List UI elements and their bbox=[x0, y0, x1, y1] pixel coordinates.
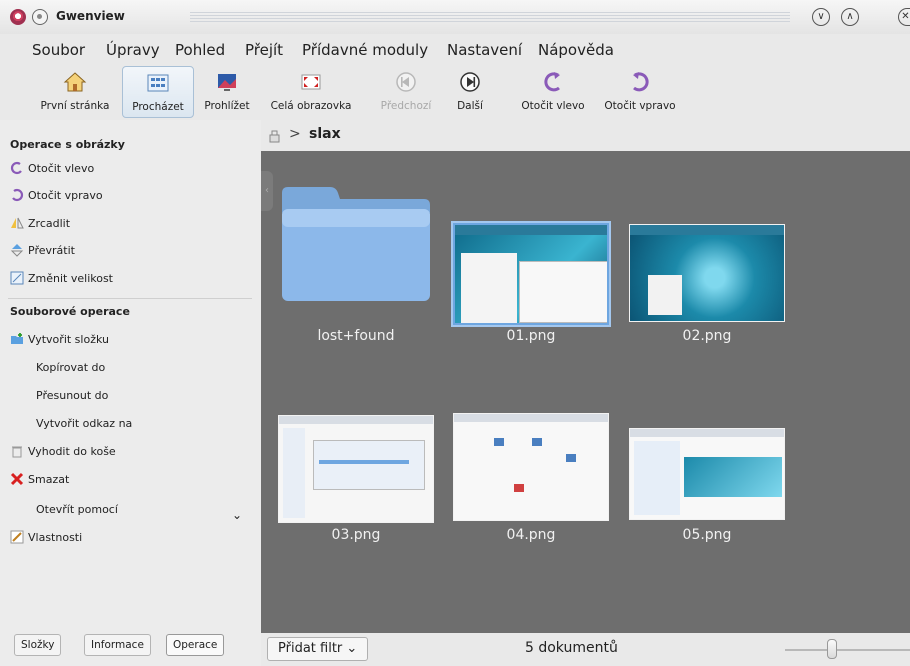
breadcrumb-folder[interactable]: slax bbox=[309, 126, 341, 142]
document-count: 5 dokumentů bbox=[525, 640, 618, 656]
next-icon bbox=[460, 72, 480, 92]
rotate-right-button[interactable]: Otočit vpravo bbox=[598, 66, 682, 118]
main-toolbar: První stránka Procházet Prohlížet Celá o… bbox=[0, 66, 910, 118]
maximize-button[interactable]: ∧ bbox=[841, 8, 859, 26]
new-folder-icon bbox=[11, 333, 23, 344]
image-thumbnail bbox=[453, 413, 609, 521]
sidebar-separator bbox=[8, 298, 252, 299]
menu-view[interactable]: Pohled bbox=[175, 41, 225, 59]
chevron-down-icon[interactable]: ⌄ bbox=[232, 508, 242, 522]
title-bar-drag-area[interactable] bbox=[190, 12, 790, 22]
collapse-sidebar-handle[interactable]: ‹ bbox=[261, 171, 273, 211]
previous-button[interactable]: Předchozí bbox=[378, 66, 434, 118]
thumbnail-item[interactable]: lost+found bbox=[276, 181, 436, 351]
thumbnail-item-selected[interactable]: 01.png bbox=[451, 221, 611, 351]
tab-operations[interactable]: Operace bbox=[166, 634, 225, 656]
home-icon bbox=[63, 72, 87, 92]
breadcrumb: > slax bbox=[261, 120, 910, 151]
title-bar: Gwenview ∨ ∧ ✕ bbox=[0, 0, 910, 34]
status-bar: Přidat filtr ⌄ 5 dokumentů bbox=[261, 633, 910, 666]
sidebar: Operace s obrázky Otočit vlevo Otočit vp… bbox=[0, 120, 261, 666]
tab-information[interactable]: Informace bbox=[84, 634, 151, 656]
minimize-button[interactable]: ∨ bbox=[812, 8, 830, 26]
thumbnail-item[interactable]: 02.png bbox=[627, 221, 787, 351]
window-title: Gwenview bbox=[56, 9, 125, 23]
browse-button[interactable]: Procházet bbox=[122, 66, 194, 118]
breadcrumb-separator: > bbox=[289, 126, 301, 142]
menu-help[interactable]: Nápověda bbox=[538, 41, 614, 59]
add-filter-button[interactable]: Přidat filtr ⌄ bbox=[267, 637, 369, 661]
zoom-slider-handle[interactable] bbox=[827, 639, 837, 659]
item-name: 01.png bbox=[506, 328, 556, 344]
chevron-down-icon: ⌄ bbox=[346, 641, 358, 656]
drive-icon[interactable] bbox=[268, 128, 282, 144]
menu-go[interactable]: Přejít bbox=[245, 41, 283, 59]
item-name: 05.png bbox=[682, 527, 732, 543]
item-name: 03.png bbox=[331, 527, 381, 543]
properties-icon bbox=[10, 530, 24, 544]
fullscreen-button[interactable]: Celá obrazovka bbox=[264, 66, 358, 118]
next-button[interactable]: Další bbox=[448, 66, 492, 118]
menu-file[interactable]: Soubor bbox=[32, 41, 85, 59]
menu-edit[interactable]: Úpravy bbox=[106, 41, 160, 59]
view-button[interactable]: Prohlížet bbox=[196, 66, 258, 118]
resize-icon bbox=[10, 271, 24, 285]
rotate-left-icon bbox=[544, 72, 560, 92]
image-thumbnail bbox=[629, 224, 785, 322]
rotate-right-icon bbox=[12, 188, 24, 202]
file-operations-heading: Souborové operace bbox=[10, 305, 130, 318]
thumbnail-item[interactable]: 05.png bbox=[627, 421, 787, 551]
image-thumbnail bbox=[278, 415, 434, 523]
item-name: 04.png bbox=[506, 527, 556, 543]
item-name: lost+found bbox=[317, 328, 395, 344]
folder-icon bbox=[282, 187, 430, 301]
mirror-icon bbox=[11, 217, 24, 229]
tab-folders[interactable]: Složky bbox=[14, 634, 62, 656]
rotate-left-icon bbox=[10, 161, 22, 175]
flip-icon bbox=[10, 244, 24, 257]
menu-bar: Soubor Úpravy Pohled Přejít Přídavné mod… bbox=[0, 35, 910, 65]
close-button[interactable]: ✕ bbox=[898, 8, 910, 26]
trash-icon bbox=[12, 446, 22, 458]
thumbnail-item[interactable]: 03.png bbox=[276, 409, 436, 549]
browse-icon bbox=[147, 74, 169, 92]
image-thumbnail bbox=[453, 223, 609, 325]
menu-plugins[interactable]: Přídavné moduly bbox=[302, 41, 428, 59]
menu-settings[interactable]: Nastavení bbox=[447, 41, 522, 59]
item-name: 02.png bbox=[682, 328, 732, 344]
zoom-slider-track[interactable] bbox=[785, 649, 910, 651]
start-page-button[interactable]: První stránka bbox=[30, 66, 120, 118]
image-operations-heading: Operace s obrázky bbox=[10, 138, 125, 151]
rotate-right-icon bbox=[633, 72, 649, 92]
image-thumbnail bbox=[629, 428, 785, 520]
fullscreen-icon bbox=[301, 74, 321, 90]
pin-icon[interactable] bbox=[32, 9, 48, 25]
previous-icon bbox=[396, 72, 416, 92]
delete-icon bbox=[10, 472, 24, 486]
rotate-left-button[interactable]: Otočit vlevo bbox=[512, 66, 594, 118]
view-icon bbox=[218, 74, 236, 91]
thumbnail-view[interactable]: ‹ lost+found 01.png 02.png 03.png 04.png… bbox=[261, 151, 910, 633]
thumbnail-item[interactable]: 04.png bbox=[451, 409, 611, 549]
gwenview-app-icon[interactable] bbox=[10, 9, 26, 25]
